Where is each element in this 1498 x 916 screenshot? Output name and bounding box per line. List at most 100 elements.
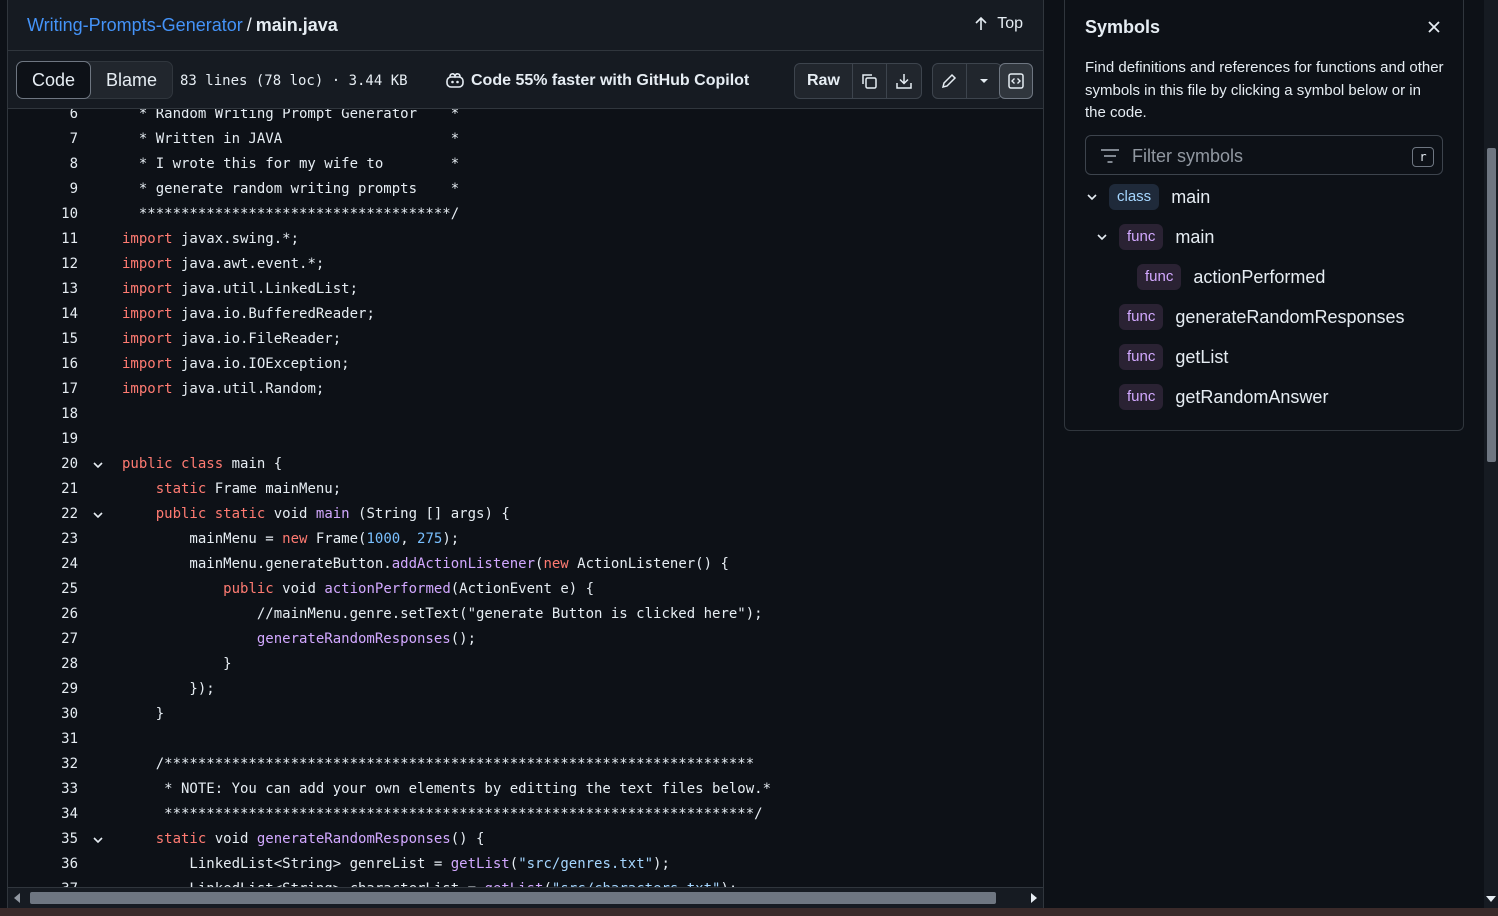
scroll-down-arrow[interactable] <box>1486 896 1496 902</box>
code-text: import java.io.IOException; <box>122 356 350 372</box>
line-number[interactable]: 22 <box>8 502 78 527</box>
download-button[interactable] <box>887 64 921 98</box>
code-text: generateRandomResponses(); <box>256 631 477 647</box>
line-number[interactable]: 14 <box>8 302 78 327</box>
top-button[interactable]: Top <box>973 15 1023 33</box>
symbol-kind-badge: func <box>1119 304 1164 330</box>
code-line: 23 mainMenu = new Frame(1000, 275); <box>8 527 1043 552</box>
code-line: 8 * I wrote this for my wife to * <box>8 152 1043 177</box>
line-number[interactable]: 16 <box>8 352 78 377</box>
chevron-down-icon[interactable] <box>1085 190 1099 204</box>
symbol-item-get-random-answer[interactable]: func getRandomAnswer <box>1119 382 1328 412</box>
line-number[interactable]: 7 <box>8 127 78 152</box>
symbol-item-generate-random-responses[interactable]: func generateRandomResponses <box>1119 302 1405 332</box>
code-tab[interactable]: Code <box>16 61 92 99</box>
line-number[interactable]: 26 <box>8 602 78 627</box>
symbol-item-main[interactable]: class main <box>1085 182 1210 212</box>
code-line: 20 public class main { <box>8 452 1043 477</box>
fold-toggle[interactable] <box>90 502 106 527</box>
line-number[interactable]: 19 <box>8 427 78 452</box>
code-text: }); <box>122 681 215 697</box>
line-number[interactable]: 30 <box>8 702 78 727</box>
code-line: 17 import java.util.Random; <box>8 377 1043 402</box>
line-number[interactable]: 37 <box>8 877 78 887</box>
close-icon[interactable] <box>1425 18 1443 36</box>
symbol-kind-badge: func <box>1119 344 1164 370</box>
line-number[interactable]: 21 <box>8 477 78 502</box>
symbols-panel: Symbols Find definitions and references … <box>1064 0 1464 431</box>
window-bottom-edge <box>0 908 1498 916</box>
line-number[interactable]: 6 <box>8 109 78 127</box>
copy-button[interactable] <box>853 64 887 98</box>
symbol-name: generateRandomResponses <box>1175 306 1405 327</box>
symbols-title: Symbols <box>1085 17 1161 37</box>
line-number[interactable]: 27 <box>8 627 78 652</box>
horizontal-scrollbar[interactable] <box>8 887 1043 908</box>
code-text: /***************************************… <box>122 756 755 772</box>
code-line: 12 import java.awt.event.*; <box>8 252 1043 277</box>
chevron-down-icon[interactable] <box>1095 230 1109 244</box>
line-number[interactable]: 11 <box>8 227 78 252</box>
arrow-up-icon <box>975 16 987 30</box>
vertical-scrollbar[interactable] <box>1484 0 1498 908</box>
line-number[interactable]: 33 <box>8 777 78 802</box>
line-number[interactable]: 29 <box>8 677 78 702</box>
symbol-item-main[interactable]: func main <box>1095 222 1214 252</box>
code-line: 16 import java.io.IOException; <box>8 352 1043 377</box>
fold-toggle[interactable] <box>90 827 106 852</box>
symbol-expand-toggle[interactable] <box>1095 230 1119 244</box>
symbol-item-get-list[interactable]: func getList <box>1119 342 1228 372</box>
line-number[interactable]: 35 <box>8 827 78 852</box>
code-line: 10 *************************************… <box>8 202 1043 227</box>
line-number[interactable]: 15 <box>8 327 78 352</box>
code-line: 30 } <box>8 702 1043 727</box>
scroll-right-arrow[interactable] <box>1031 893 1037 903</box>
blame-tab[interactable]: Blame <box>91 62 173 98</box>
vertical-scroll-thumb[interactable] <box>1487 148 1496 462</box>
line-number[interactable]: 8 <box>8 152 78 177</box>
code-text: *************************************/ <box>122 206 460 222</box>
line-number[interactable]: 13 <box>8 277 78 302</box>
line-number[interactable]: 23 <box>8 527 78 552</box>
line-number[interactable]: 20 <box>8 452 78 477</box>
line-number[interactable]: 12 <box>8 252 78 277</box>
fold-toggle[interactable] <box>90 452 106 477</box>
line-number[interactable]: 25 <box>8 577 78 602</box>
line-number[interactable]: 31 <box>8 727 78 752</box>
edit-button[interactable] <box>933 64 967 98</box>
code-text: LinkedList<String> genreList = getList("… <box>122 856 670 872</box>
line-number[interactable]: 10 <box>8 202 78 227</box>
code-line: 11 import javax.swing.*; <box>8 227 1043 252</box>
symbol-expand-toggle[interactable] <box>1085 190 1109 204</box>
raw-button[interactable]: Raw <box>795 64 853 98</box>
symbols-panel-toggle[interactable] <box>999 63 1033 99</box>
line-number[interactable]: 18 <box>8 402 78 427</box>
line-number[interactable]: 36 <box>8 852 78 877</box>
line-number[interactable]: 32 <box>8 752 78 777</box>
code-line: 9 * generate random writing prompts * <box>8 177 1043 202</box>
line-number[interactable]: 17 <box>8 377 78 402</box>
code-text: //mainMenu.genre.setText("generate Butto… <box>122 606 763 622</box>
scroll-left-arrow[interactable] <box>14 893 20 903</box>
copilot-promo[interactable]: Code 55% faster with GitHub Copilot <box>445 71 749 91</box>
line-number[interactable]: 28 <box>8 652 78 677</box>
symbol-item-action-performed[interactable]: func actionPerformed <box>1137 262 1325 292</box>
symbol-name: main <box>1171 186 1211 207</box>
code-text: public static void main (String [] args)… <box>155 506 510 522</box>
symbol-name: getList <box>1175 346 1229 367</box>
code-line: 26 //mainMenu.genre.setText("generate Bu… <box>8 602 1043 627</box>
code-line: 14 import java.io.BufferedReader; <box>8 302 1043 327</box>
file-name: main.java <box>255 15 338 35</box>
repo-link[interactable]: Writing-Prompts-Generator <box>27 15 243 35</box>
symbol-kind-badge: func <box>1137 264 1182 290</box>
code-text: } <box>122 706 165 722</box>
line-number[interactable]: 24 <box>8 552 78 577</box>
pencil-icon <box>942 73 957 89</box>
filter-symbols-input[interactable]: Filter symbols r <box>1085 135 1443 175</box>
symbol-name: getRandomAnswer <box>1175 386 1329 407</box>
line-number[interactable]: 9 <box>8 177 78 202</box>
line-number[interactable]: 34 <box>8 802 78 827</box>
edit-dropdown-button[interactable] <box>967 64 1001 98</box>
code-text: mainMenu.generateButton.addActionListene… <box>122 556 729 572</box>
horizontal-scroll-thumb[interactable] <box>30 892 996 904</box>
